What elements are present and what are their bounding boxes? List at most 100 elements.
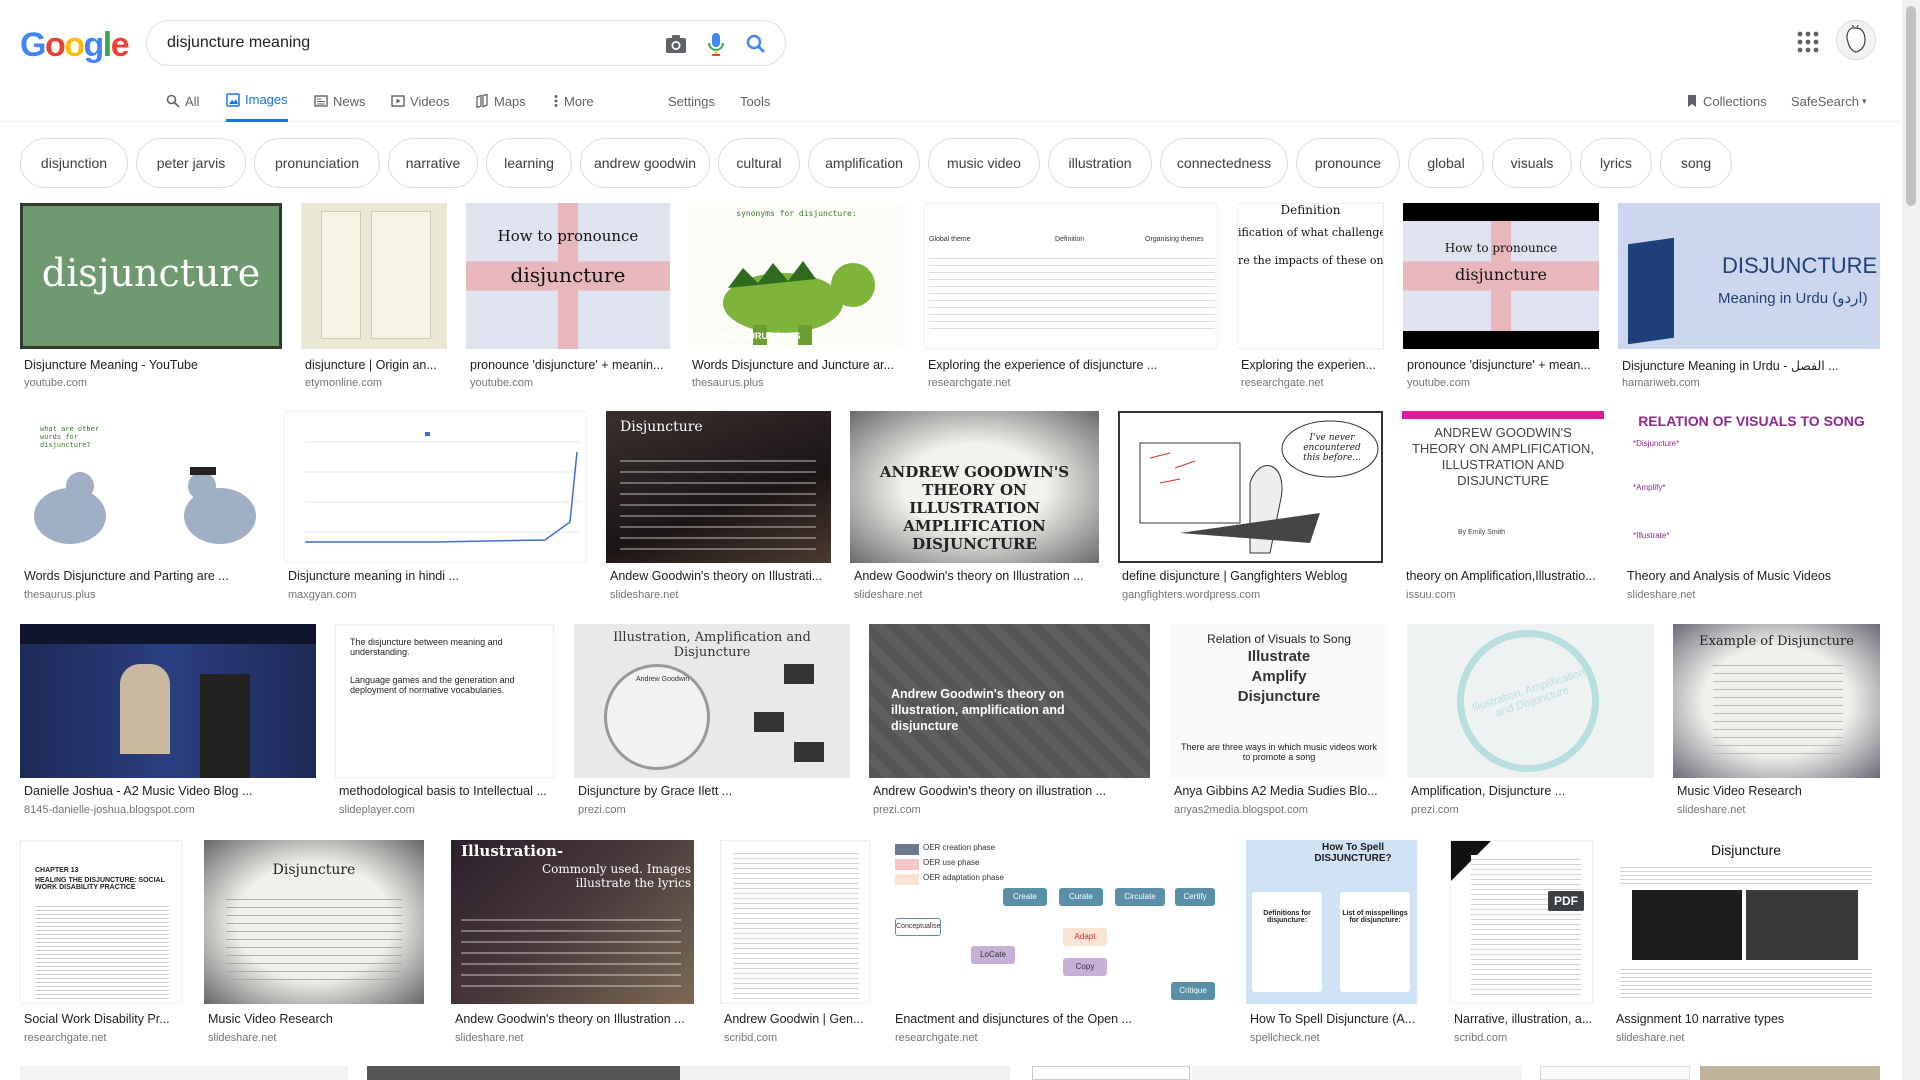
thumb-text: List of misspellings for disjuncture: [1342,910,1408,924]
thumbnail [20,624,316,778]
result-source: slideshare.net [1677,804,1746,816]
image-result[interactable]: Disjuncture Music Video Research slidesh… [204,840,424,1050]
thumb-text: Critique [1171,982,1215,1000]
tab-more[interactable]: More [553,80,594,122]
pdf-badge: PDF [1548,891,1584,911]
image-result[interactable]: Disjuncture Assignment 10 narrative type… [1612,840,1880,1050]
thumb-text: re the impacts of these on-g [1238,254,1384,267]
avatar[interactable] [1836,20,1876,60]
search-icon[interactable] [743,31,769,57]
image-result[interactable]: RELATION OF VISUALS TO SONG *Disjuncture… [1623,411,1880,607]
apps-grid-icon[interactable] [1794,28,1822,56]
settings-label: Settings [668,93,715,109]
scrollbar[interactable] [1902,0,1920,1080]
image-result[interactable]: PDF Narrative, illustration, a... scribd… [1450,840,1593,1050]
image-result[interactable]: How to pronounce disjuncture pronounce '… [1403,203,1599,393]
result-title: Exploring the experience of disjuncture … [928,358,1158,372]
image-result[interactable]: Andrew Goodwin's theory on illustration,… [869,624,1150,824]
search-input[interactable] [167,32,627,54]
chip-cultural[interactable]: cultural [718,138,800,188]
chip-music-video[interactable]: music video [928,138,1040,188]
chip-disjunction[interactable]: disjunction [20,138,128,188]
thumbnail [720,840,870,1004]
tools-link[interactable]: Tools [740,80,770,122]
result-source: slideplayer.com [339,804,415,816]
image-result[interactable]: Definition ification of what challenges … [1237,203,1384,393]
image-result[interactable]: Disjuncture meaning in hindi ... maxgyan… [284,411,587,607]
image-result[interactable]: Disjuncture Andew Goodwin's theory on Il… [606,411,831,607]
result-title: Anya Gibbins A2 Media Sudies Blo... [1174,784,1378,798]
image-result[interactable]: How to pronounce disjuncture pronounce '… [466,203,670,393]
thumb-text: Circulate [1115,888,1165,906]
result-source: maxgyan.com [288,589,357,601]
image-result-partial[interactable] [1032,1066,1190,1080]
thumb-text: disjuncture [1455,265,1547,284]
scrollbar-thumb[interactable] [1906,6,1916,206]
image-result[interactable]: Global theme Definition Organising theme… [924,203,1218,393]
chip-andrew-goodwin[interactable]: andrew goodwin [580,138,710,188]
result-title: Danielle Joshua - A2 Music Video Blog ..… [24,784,253,798]
image-result[interactable]: Andrew Goodwin | Gen... scribd.com [720,840,870,1050]
chip-lyrics[interactable]: lyrics [1580,138,1652,188]
chip-peter-jarvis[interactable]: peter jarvis [136,138,246,188]
chip-narrative[interactable]: narrative [388,138,478,188]
result-title: Andrew Goodwin's theory on illustration … [873,784,1107,798]
image-result[interactable]: what are other words for disjuncture? Wo… [20,411,265,607]
chip-illustration[interactable]: illustration [1048,138,1152,188]
result-title: Amplification, Disjuncture ... [1411,784,1566,798]
camera-icon[interactable] [663,31,689,57]
map-pin-icon [475,94,489,108]
image-result[interactable]: Illustration, Amplification and Disjunct… [574,624,850,824]
tab-all[interactable]: All [166,80,199,122]
image-result[interactable]: DISJUNCTURE Meaning in Urdu (اردو) Disju… [1618,203,1880,393]
chip-global[interactable]: global [1408,138,1484,188]
google-logo[interactable]: Google [20,26,130,65]
microphone-icon[interactable] [703,31,729,57]
image-result[interactable]: Example of Disjuncture Music Video Resea… [1673,624,1880,824]
chip-pronounce[interactable]: pronounce [1296,138,1400,188]
chip-song[interactable]: song [1660,138,1732,188]
result-title: define disjuncture | Gangfighters Weblog [1122,569,1348,583]
image-result[interactable]: Illustration, Amplification and Disjunct… [1407,624,1654,824]
image-result[interactable]: synonyms for disjuncture: THESAURUS.PLUS… [688,203,905,393]
image-result[interactable]: Danielle Joshua - A2 Music Video Blog ..… [20,624,316,824]
thumb-text: synonyms for disjuncture: [736,209,857,218]
chip-amplification[interactable]: amplification [808,138,920,188]
tab-maps[interactable]: Maps [475,80,526,122]
thumbnail: Global theme Definition Organising theme… [924,203,1218,349]
thumbnail: RELATION OF VISUALS TO SONG *Disjuncture… [1623,411,1880,563]
image-result-partial[interactable] [367,1066,680,1080]
image-result[interactable]: How To Spell DISJUNCTURE? Definitions fo… [1246,840,1417,1050]
safesearch-dropdown[interactable]: SafeSearch ▾ [1791,80,1866,122]
thumbnail: How To Spell DISJUNCTURE? Definitions fo… [1246,840,1417,1004]
image-result[interactable]: The disjuncture between meaning and unde… [335,624,554,824]
image-result[interactable]: Illustration- Commonly used. Images illu… [451,840,694,1050]
image-result[interactable]: disjuncture Disjuncture Meaning - YouTub… [20,203,282,393]
result-title: Disjuncture Meaning - YouTube [24,358,198,372]
image-result[interactable]: CHAPTER 13 HEALING THE DISJUNCTURE: SOCI… [20,840,182,1050]
image-result[interactable]: OER creation phase OER use phase OER ada… [891,840,1224,1050]
image-result-partial[interactable] [680,1066,1010,1080]
image-result-partial[interactable] [1540,1066,1690,1080]
collections-link[interactable]: Collections [1686,80,1767,122]
image-result[interactable]: Relation of Visuals to Song Illustrate A… [1170,624,1388,824]
chip-connectedness[interactable]: connectedness [1160,138,1288,188]
chip-visuals[interactable]: visuals [1492,138,1572,188]
tab-images[interactable]: Images [226,80,288,122]
image-result[interactable]: I've never encountered this before... de… [1118,411,1383,607]
chip-pronunciation[interactable]: pronunciation [254,138,380,188]
settings-link[interactable]: Settings [668,80,715,122]
result-source: anyas2media.blogspot.com [1174,804,1308,816]
image-result-partial[interactable] [20,1066,348,1080]
thumb-text: Conceptualise [895,918,941,936]
image-result[interactable]: ANDREW GOODWIN'S THEORY ON ILLUSTRATION … [850,411,1099,607]
tab-videos[interactable]: Videos [391,80,450,122]
image-result[interactable]: disjuncture | Origin an... etymonline.co… [301,203,447,393]
thumb-text: ANDREW GOODWIN'S THEORY ON AMPLIFICATION… [1411,425,1595,488]
image-result-partial[interactable] [1192,1066,1522,1080]
thumb-text: DISJUNCTURE [1722,253,1878,278]
tab-news[interactable]: News [314,80,366,122]
image-result[interactable]: ANDREW GOODWIN'S THEORY ON AMPLIFICATION… [1402,411,1604,607]
chip-learning[interactable]: learning [486,138,572,188]
image-result-partial[interactable] [1700,1066,1880,1080]
